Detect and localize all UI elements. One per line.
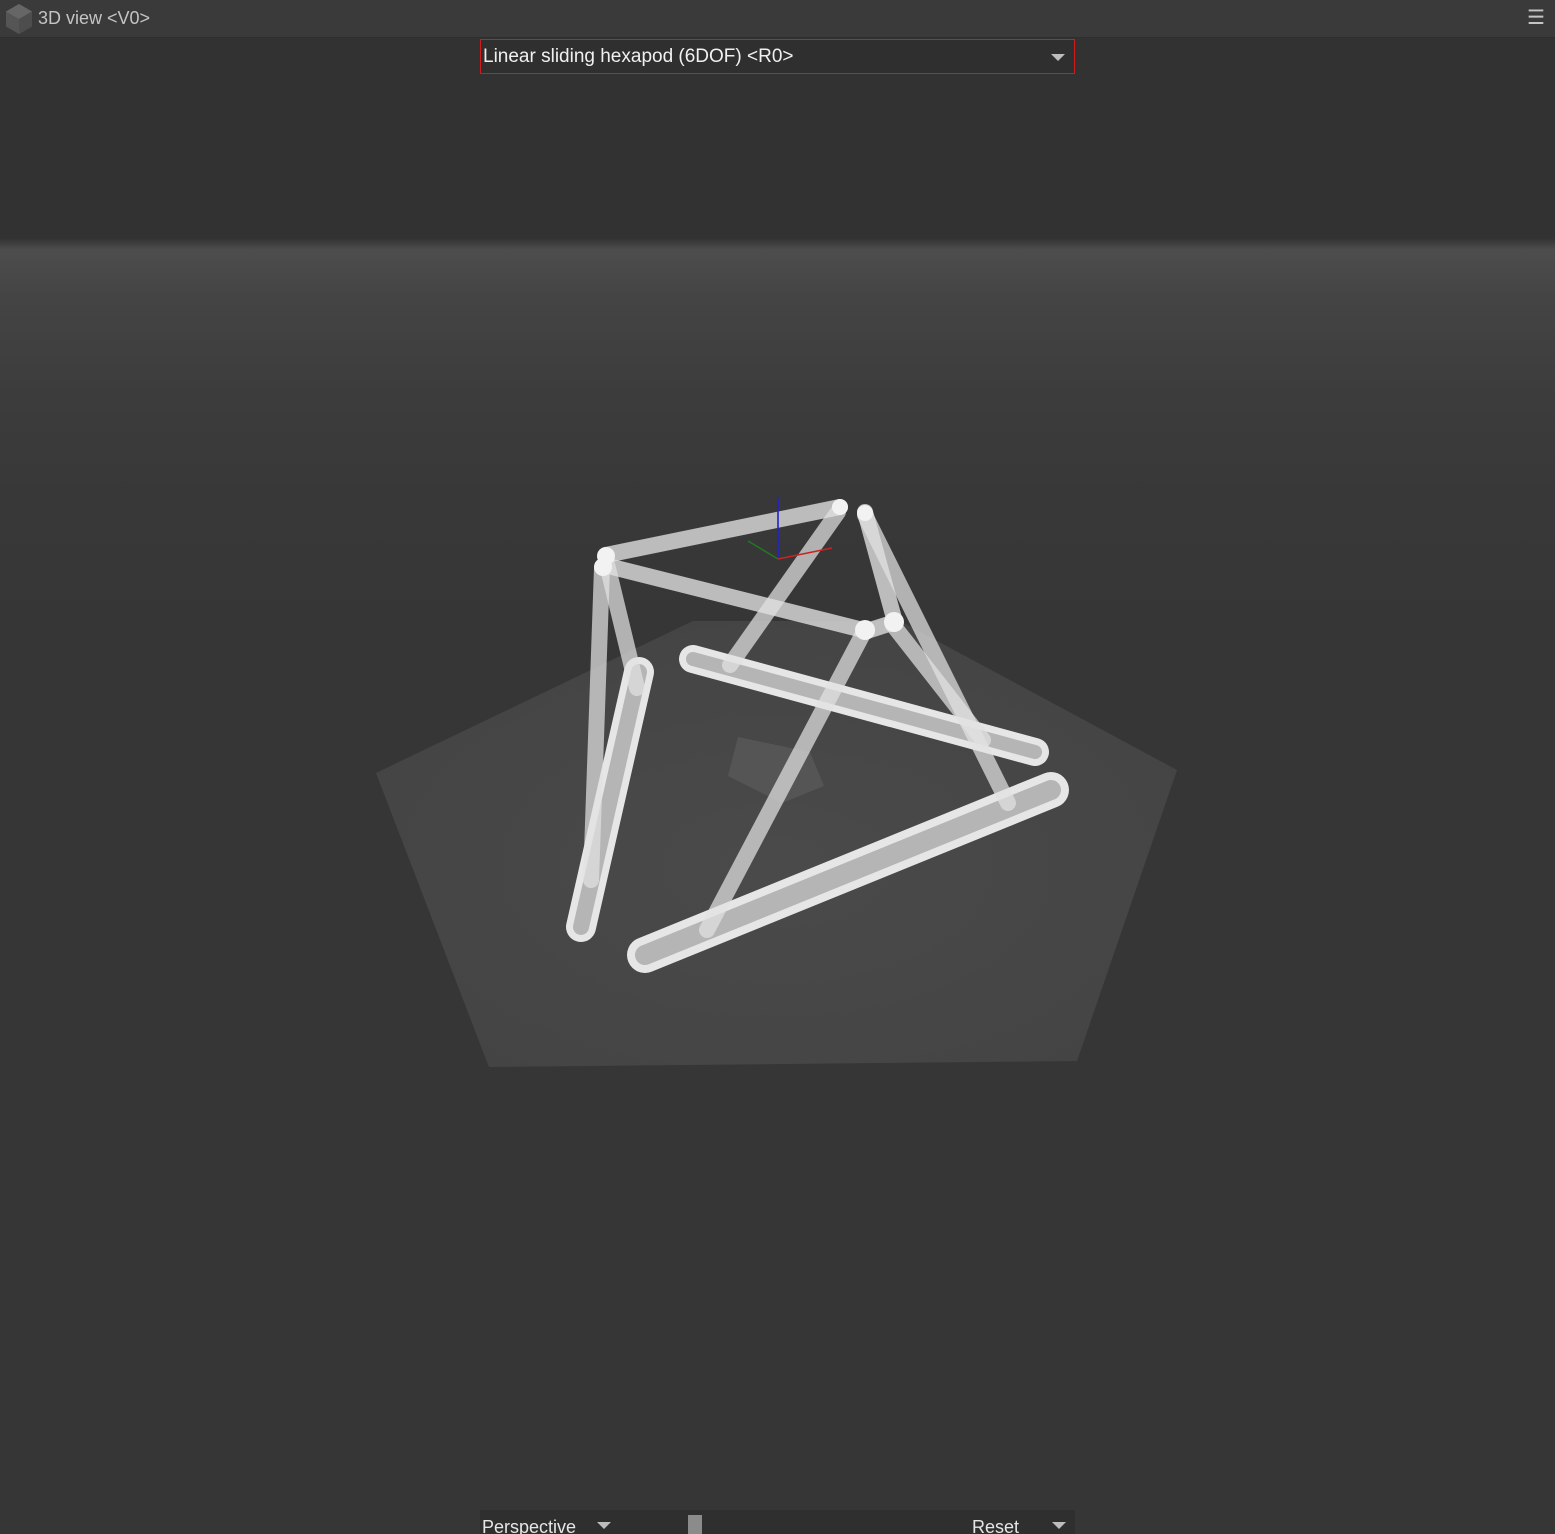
hexapod-leg xyxy=(583,560,610,888)
projection-mode-value: Perspective xyxy=(482,1517,577,1534)
chevron-down-icon xyxy=(1051,54,1065,61)
hamburger-menu-icon[interactable]: ☰ xyxy=(1527,6,1545,30)
window-title: 3D view <V0> xyxy=(38,8,151,28)
hexapod-scene[interactable] xyxy=(0,38,1555,1534)
robot-selector-value: Linear sliding hexapod (6DOF) <R0> xyxy=(483,46,794,67)
joint xyxy=(884,612,904,632)
reset-button-label: Reset xyxy=(972,1517,1020,1534)
joint xyxy=(594,558,612,576)
chevron-down-icon xyxy=(597,1522,611,1529)
projection-mode-dropdown[interactable]: Perspective xyxy=(480,1510,620,1534)
chevron-down-icon xyxy=(1052,1522,1066,1529)
3d-viewport[interactable] xyxy=(0,38,1555,1534)
view-controls-bar: Perspective Reset xyxy=(480,1510,1075,1534)
zoom-slider-handle[interactable] xyxy=(688,1515,702,1534)
title-bar: 3D view <V0> ☰ xyxy=(0,0,1555,38)
reset-view-dropdown[interactable]: Reset xyxy=(965,1510,1075,1534)
3d-view-window: 3D view <V0> ☰ Linear sliding hexapod (6… xyxy=(0,0,1555,1534)
joint xyxy=(832,499,848,515)
joint xyxy=(857,505,873,521)
cube-logo-icon xyxy=(6,4,32,34)
robot-selector-dropdown[interactable]: Linear sliding hexapod (6DOF) <R0> xyxy=(480,39,1075,74)
joint xyxy=(855,620,875,640)
